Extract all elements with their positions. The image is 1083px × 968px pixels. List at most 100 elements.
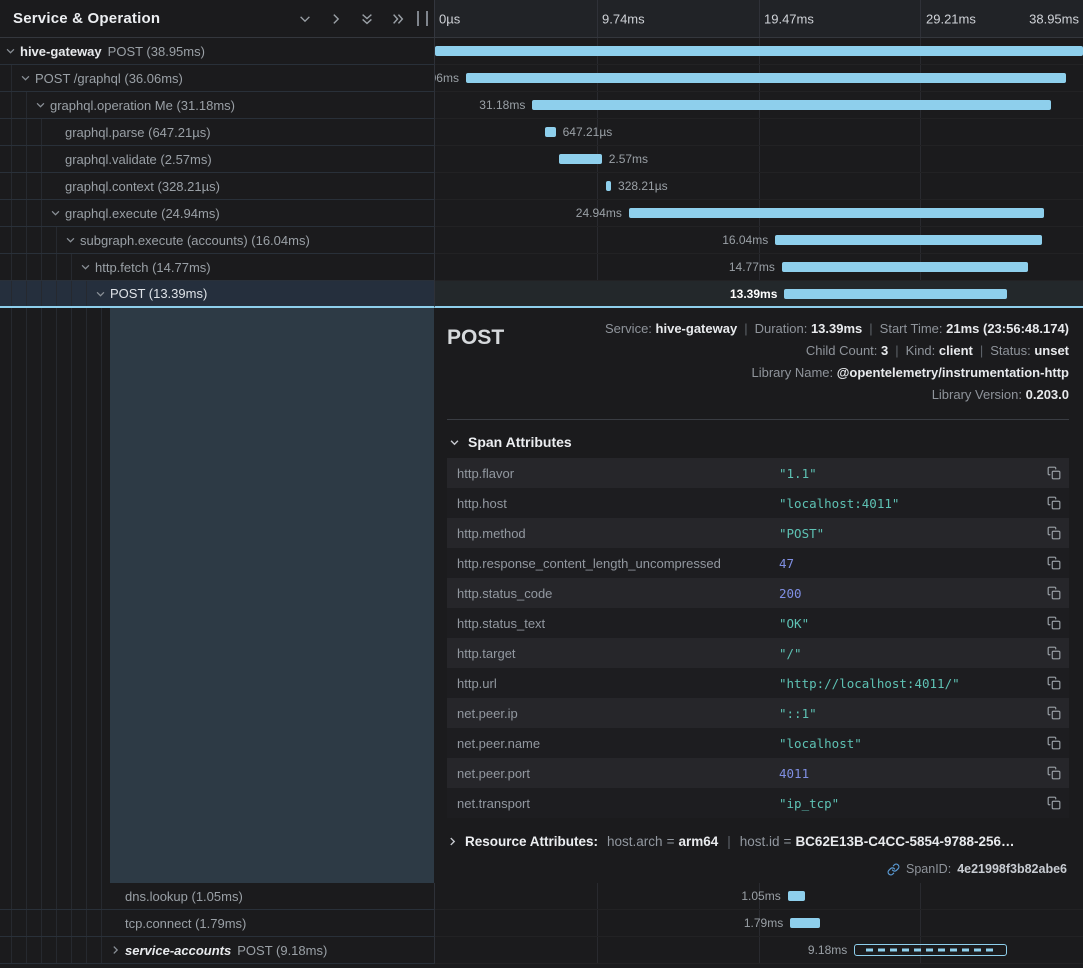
span-timeline-cell[interactable]: 328.21µs — [435, 173, 1083, 200]
span-row[interactable]: graphql.parse (647.21µs) 647.21µs — [0, 119, 1083, 146]
attribute-key: net.peer.ip — [457, 706, 779, 721]
attribute-row: http.method"POST" — [447, 518, 1069, 548]
operation-name: graphql.parse (647.21µs) — [65, 125, 211, 140]
double-chevron-down-icon[interactable] — [360, 12, 374, 26]
span-duration-bar[interactable] — [790, 918, 820, 928]
span-duration-bar[interactable] — [532, 100, 1051, 110]
span-timeline-cell[interactable]: 1.79ms — [435, 910, 1083, 937]
span-timeline-cell[interactable]: 2.57ms — [435, 146, 1083, 173]
copy-icon[interactable] — [1037, 526, 1061, 540]
span-row[interactable]: POST /graphql (36.06ms) 36.06ms — [0, 65, 1083, 92]
attribute-row: http.target"/" — [447, 638, 1069, 668]
copy-icon[interactable] — [1037, 736, 1061, 750]
resource-equals: = — [780, 834, 796, 849]
copy-icon[interactable] — [1037, 796, 1061, 810]
span-timeline-cell[interactable]: 1.05ms — [435, 883, 1083, 910]
resource-attributes-title: Resource Attributes: — [465, 834, 598, 849]
span-timeline-cell[interactable] — [435, 38, 1083, 65]
span-duration-bar[interactable] — [629, 208, 1044, 218]
span-timeline-cell[interactable]: 36.06ms — [435, 65, 1083, 92]
copy-icon[interactable] — [1037, 616, 1061, 630]
span-tree-cell[interactable]: graphql.validate (2.57ms) — [0, 146, 435, 173]
span-tree-cell[interactable]: http.fetch (14.77ms) — [0, 254, 435, 281]
indent-guide — [86, 308, 87, 883]
span-timeline-cell[interactable]: 647.21µs — [435, 119, 1083, 146]
chevron-right-icon[interactable] — [329, 12, 343, 26]
attribute-key: http.host — [457, 496, 779, 511]
operation-name: graphql.execute (24.94ms) — [65, 206, 220, 221]
span-duration-bar[interactable] — [788, 891, 805, 901]
attribute-value: "OK" — [779, 616, 1037, 631]
copy-icon[interactable] — [1037, 766, 1061, 780]
attribute-value: "::1" — [779, 706, 1037, 721]
operation-name: graphql.context (328.21µs) — [65, 179, 220, 194]
span-tree-cell[interactable]: POST (13.39ms) — [0, 281, 435, 308]
span-tree-cell[interactable]: dns.lookup (1.05ms) — [0, 883, 435, 910]
copy-icon[interactable] — [1037, 676, 1061, 690]
span-duration-bar[interactable] — [466, 73, 1066, 83]
double-chevron-right-icon[interactable] — [391, 12, 405, 26]
copy-icon[interactable] — [1037, 706, 1061, 720]
span-tree-cell[interactable]: graphql.context (328.21µs) — [0, 173, 435, 200]
copy-icon[interactable] — [1037, 586, 1061, 600]
span-duration-bar[interactable] — [545, 127, 556, 137]
span-row[interactable]: service-accountsPOST (9.18ms) 9.18ms — [0, 937, 1083, 964]
span-tree-cell[interactable]: tcp.connect (1.79ms) — [0, 910, 435, 937]
span-timeline-cell[interactable]: 24.94ms — [435, 200, 1083, 227]
copy-icon[interactable] — [1037, 556, 1061, 570]
copy-icon[interactable] — [1037, 646, 1061, 660]
span-id-label: SpanID: — [906, 862, 951, 876]
resource-key: host.arch — [607, 834, 663, 849]
copy-icon[interactable] — [1037, 496, 1061, 510]
resource-value: arm64 — [678, 834, 718, 849]
span-duration-bar[interactable] — [606, 181, 611, 191]
span-timeline-cell[interactable]: 13.39ms — [435, 281, 1083, 308]
span-tree-cell[interactable]: hive-gatewayPOST (38.95ms) — [0, 38, 435, 65]
link-icon[interactable] — [887, 863, 900, 876]
span-row[interactable]: http.fetch (14.77ms)14.77ms — [0, 254, 1083, 281]
span-row[interactable]: graphql.execute (24.94ms) 24.94ms — [0, 200, 1083, 227]
span-tree-cell[interactable]: subgraph.execute (accounts) (16.04ms) — [0, 227, 435, 254]
span-duration-bar[interactable] — [784, 289, 1007, 299]
span-row[interactable]: dns.lookup (1.05ms) 1.05ms — [0, 883, 1083, 910]
span-row[interactable]: graphql.context (328.21µs) 328.21µs — [0, 173, 1083, 200]
chevron-down-icon[interactable] — [298, 12, 312, 26]
attribute-key: net.peer.port — [457, 766, 779, 781]
span-row[interactable]: graphql.operation Me (31.18ms)31.18ms — [0, 92, 1083, 119]
panel-resizer-handle[interactable] — [417, 11, 428, 26]
span-tree-cell[interactable]: graphql.parse (647.21µs) — [0, 119, 435, 146]
span-tree-cell[interactable]: service-accountsPOST (9.18ms) — [0, 937, 435, 964]
detail-indent-area — [0, 308, 435, 883]
span-timeline-cell[interactable]: 9.18ms — [435, 937, 1083, 964]
span-row[interactable]: subgraph.execute (accounts) (16.04ms)16.… — [0, 227, 1083, 254]
span-duration-bar[interactable] — [782, 262, 1028, 272]
span-tree-cell[interactable]: graphql.operation Me (31.18ms) — [0, 92, 435, 119]
operation-name: POST (13.39ms) — [110, 286, 207, 301]
resource-attributes-row[interactable]: Resource Attributes: host.arch=arm64|hos… — [447, 834, 1069, 849]
span-attributes-toggle[interactable]: Span Attributes — [449, 434, 1069, 450]
span-duration-bar[interactable] — [775, 235, 1042, 245]
span-label: hive-gatewayPOST (38.95ms) — [0, 44, 205, 59]
span-duration-bar[interactable] — [435, 46, 1083, 56]
span-duration-label: 13.39ms — [730, 287, 777, 301]
span-row[interactable]: tcp.connect (1.79ms)1.79ms — [0, 910, 1083, 937]
attribute-value: 47 — [779, 556, 1037, 571]
span-timeline-cell[interactable]: 31.18ms — [435, 92, 1083, 119]
span-row[interactable]: POST (13.39ms) 13.39ms — [0, 281, 1083, 308]
span-row[interactable]: hive-gatewayPOST (38.95ms) — [0, 38, 1083, 65]
span-duration-label: 9.18ms — [808, 943, 847, 957]
attribute-value: "/" — [779, 646, 1037, 661]
copy-icon[interactable] — [1037, 466, 1061, 480]
span-label: POST /graphql (36.06ms) — [0, 71, 183, 86]
span-tree-cell[interactable]: graphql.execute (24.94ms) — [0, 200, 435, 227]
operation-name: dns.lookup (1.05ms) — [125, 889, 243, 904]
span-timeline-cell[interactable]: 14.77ms — [435, 254, 1083, 281]
span-timeline-cell[interactable]: 16.04ms — [435, 227, 1083, 254]
span-row[interactable]: graphql.validate (2.57ms)2.57ms — [0, 146, 1083, 173]
span-id-value: 4e21998f3b82abe6 — [957, 862, 1067, 876]
span-duration-bar[interactable] — [854, 944, 1007, 956]
span-duration-bar[interactable] — [559, 154, 602, 164]
timeline-tick-label: 0µs — [439, 11, 460, 26]
span-tree-cell[interactable]: POST /graphql (36.06ms) — [0, 65, 435, 92]
attribute-key: http.flavor — [457, 466, 779, 481]
